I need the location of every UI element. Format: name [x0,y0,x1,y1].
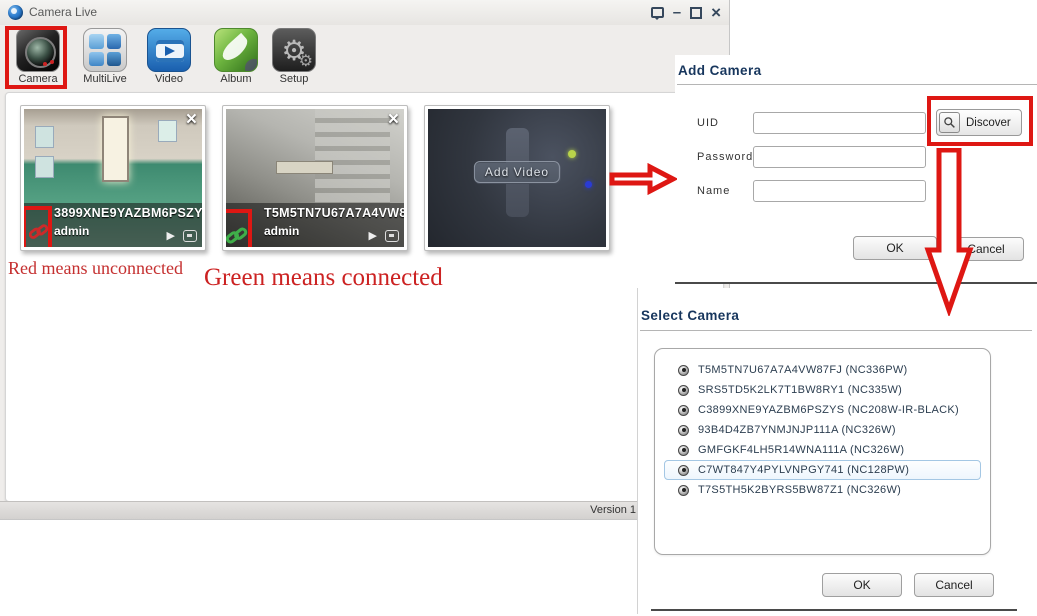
radio-icon[interactable] [678,404,689,416]
link-connected-icon [226,227,248,244]
camera1-user: admin [54,224,90,238]
camera-list-item[interactable]: T7S5TH5K2BYRS5BW87Z1 (NC326W) [664,480,981,500]
toolbar-label-video: Video [155,73,183,85]
window-title: Camera Live [29,5,98,19]
radio-icon[interactable] [678,384,689,396]
close-icon[interactable]: × [388,109,399,131]
camera-list: T5M5TN7U67A7A4VW87FJ (NC336PW) SRS5TD5K2… [654,348,991,555]
add-video-thumbnail: Add Video [428,109,606,247]
dialog-bottom-edge [651,609,1017,611]
select-camera-cancel-button[interactable]: Cancel [914,573,994,597]
toolbar-item-album[interactable]: Album [205,28,267,88]
multilive-icon [83,28,127,72]
connected-status-highlight-box [226,209,252,247]
expand-icon[interactable] [183,229,197,242]
add-camera-dialog: Add Camera UID Password Name Discover OK… [675,55,1037,284]
uid-label: UID [697,117,719,129]
feedback-icon[interactable] [650,7,664,20]
radio-icon[interactable] [678,464,689,476]
statusbar: Version 1 [0,501,730,519]
minimize-button[interactable]: – [673,5,681,20]
uid-input[interactable] [753,112,926,134]
screen: Camera Live – × Camera MultiLive Video A… [0,0,1037,616]
camera-list-item-selected[interactable]: C7WT847Y4PYLVNPGY741 (NC128PW) [664,460,981,480]
password-label: Password [697,151,754,163]
app-logo-icon [8,5,23,20]
expand-icon[interactable] [385,229,399,242]
radio-icon[interactable] [678,424,689,436]
camera-list-item[interactable]: SRS5TD5K2LK7T1BW8RY1 (NC335W) [664,380,981,400]
select-camera-title: Select Camera [641,308,740,323]
toolbar-item-setup[interactable]: ⚙ ⚙ Setup [263,28,325,88]
add-camera-title: Add Camera [678,63,762,78]
link-unconnected-icon [29,224,49,239]
name-label: Name [697,185,731,197]
select-camera-ok-button[interactable]: OK [822,573,902,597]
camera1-video-thumbnail: × 3899XNE9YAZBM6PSZYS admin ▶ [24,109,202,247]
title-divider [640,330,1032,331]
select-camera-dialog: Select Camera T5M5TN7U67A7A4VW87FJ (NC33… [637,288,1037,614]
play-icon[interactable]: ▶ [369,229,377,242]
close-button[interactable]: × [711,4,721,21]
camera-list-item[interactable]: GMFGKF4LH5R14WNA111A (NC326W) [664,440,981,460]
toolbar-label-setup: Setup [279,73,309,85]
radio-icon[interactable] [678,444,689,456]
arrow-right-icon [609,163,677,195]
annotation-red-unconnected: Red means unconnected [8,258,183,278]
setup-gear-icon: ⚙ ⚙ [272,28,316,72]
camera-tile-2[interactable]: × T5M5TN7U67A7A4VW87FJ admin ▶ [222,105,408,251]
close-icon[interactable]: × [186,109,197,131]
album-icon [214,28,258,72]
name-input[interactable] [753,180,926,202]
version-label: Version 1 [590,504,636,516]
add-video-label: Add Video [473,161,561,184]
maximize-button[interactable] [690,6,703,19]
camera-list-item[interactable]: T5M5TN7U67A7A4VW87FJ (NC336PW) [664,360,981,380]
arrow-down-icon [924,148,974,316]
annotation-green-connected: Green means connected [204,264,443,291]
titlebar: Camera Live – × [0,0,729,25]
toolbar-label-multilive: MultiLive [83,73,127,85]
play-icon[interactable]: ▶ [167,229,175,242]
add-video-tile[interactable]: Add Video [424,105,610,251]
radio-icon[interactable] [678,364,689,376]
camera-list-item[interactable]: 93B4D4ZB7YNMJNJP111A (NC326W) [664,420,981,440]
window-controls: – × [650,0,721,25]
camera2-user: admin [264,224,300,238]
camera-tile-1[interactable]: × 3899XNE9YAZBM6PSZYS admin ▶ [20,105,206,251]
toolbar-item-multilive[interactable]: MultiLive [74,28,136,88]
password-input[interactable] [753,146,926,168]
title-divider [677,84,1037,85]
video-icon [147,28,191,72]
camera1-uid: 3899XNE9YAZBM6PSZYS [54,206,202,220]
radio-icon[interactable] [678,484,689,496]
unconnected-status-highlight-box [24,206,52,247]
camera2-info-overlay: T5M5TN7U67A7A4VW87FJ admin ▶ [226,203,404,247]
discover-highlight-box [927,96,1033,146]
toolbar-label-album: Album [220,73,252,85]
camera2-uid: T5M5TN7U67A7A4VW87FJ [264,206,404,220]
camera-button-highlight-box [5,26,67,89]
camera-live-window: Camera Live – × Camera MultiLive Video A… [0,0,730,520]
toolbar-item-video[interactable]: Video [138,28,200,88]
camera-list-item[interactable]: C3899XNE9YAZBM6PSZYS (NC208W-IR-BLACK) [664,400,981,420]
camera2-video-thumbnail: × T5M5TN7U67A7A4VW87FJ admin ▶ [226,109,404,247]
